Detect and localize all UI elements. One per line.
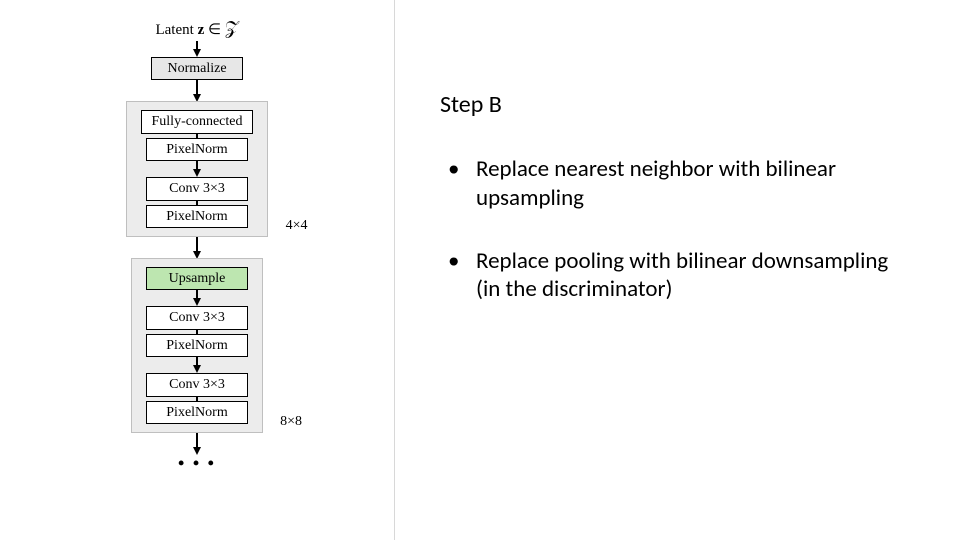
- arrow-icon: [193, 290, 201, 306]
- block-8x8: Upsample Conv 3×3 PixelNorm Conv 3×3 Pix…: [131, 258, 263, 433]
- latent-set: 𝒵: [225, 18, 239, 38]
- generator-diagram: Latent z ∈ 𝒵 Normalize Fully-connected P…: [107, 18, 287, 540]
- block-4x4: Fully-connected PixelNorm Conv 3×3 Pixel…: [126, 101, 269, 237]
- step-title: Step B: [440, 90, 890, 119]
- bullet-item: Replace pooling with bilinear downsampli…: [440, 247, 890, 305]
- upsample-box: Upsample: [146, 267, 248, 290]
- text-panel: Step B Replace nearest neighbor with bil…: [395, 0, 960, 540]
- arrow-icon: [193, 237, 201, 259]
- arrow-icon: [193, 161, 201, 177]
- block-size-label: 8×8: [280, 414, 302, 430]
- pixelnorm-box: PixelNorm: [146, 138, 248, 161]
- fully-connected-box: Fully-connected: [141, 110, 254, 133]
- arrow-icon: [193, 433, 201, 455]
- arrow-icon: [193, 41, 201, 57]
- pixelnorm-box: PixelNorm: [146, 401, 248, 424]
- ellipsis-icon: • • •: [178, 453, 216, 474]
- latent-label: Latent z ∈ 𝒵: [155, 18, 238, 39]
- pixelnorm-box: PixelNorm: [146, 205, 248, 228]
- pixelnorm-box: PixelNorm: [146, 334, 248, 357]
- bullet-list: Replace nearest neighbor with bilinear u…: [440, 155, 890, 304]
- conv3x3-box: Conv 3×3: [146, 373, 248, 396]
- conv3x3-box: Conv 3×3: [146, 306, 248, 329]
- arrow-icon: [193, 80, 201, 102]
- arrow-icon: [193, 357, 201, 373]
- normalize-box: Normalize: [151, 57, 243, 80]
- latent-text-prefix: Latent: [155, 22, 197, 38]
- diagram-panel: Latent z ∈ 𝒵 Normalize Fully-connected P…: [0, 0, 395, 540]
- latent-in: ∈: [204, 22, 225, 38]
- bullet-item: Replace nearest neighbor with bilinear u…: [440, 155, 890, 213]
- block-size-label: 4×4: [286, 218, 308, 234]
- conv3x3-box: Conv 3×3: [146, 177, 248, 200]
